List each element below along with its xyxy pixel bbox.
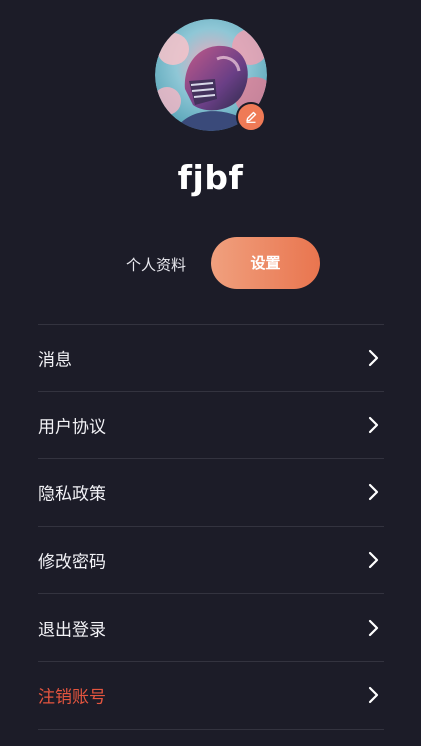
profile-screen: fjbf 个人资料 设置 消息 用户协议 隐私政策 修改密码 退出登录 注销账号 [0, 0, 421, 746]
edit-avatar-button[interactable] [236, 102, 266, 132]
menu-item-label: 注销账号 [38, 687, 106, 708]
menu-item-logout[interactable]: 退出登录 [38, 594, 384, 662]
chevron-right-icon [368, 416, 379, 433]
chevron-right-icon [368, 619, 379, 636]
chevron-right-icon [368, 349, 379, 366]
menu-item-messages[interactable]: 消息 [38, 324, 384, 392]
settings-menu: 消息 用户协议 隐私政策 修改密码 退出登录 注销账号 [38, 324, 384, 730]
menu-item-label: 用户协议 [38, 417, 106, 438]
settings-button[interactable]: 设置 [211, 237, 320, 289]
menu-item-label: 隐私政策 [38, 484, 106, 505]
chevron-right-icon [368, 484, 379, 501]
menu-item-privacy-policy[interactable]: 隐私政策 [38, 459, 384, 527]
avatar-container[interactable] [155, 19, 267, 132]
username: fjbf [177, 158, 244, 197]
menu-item-change-password[interactable]: 修改密码 [38, 527, 384, 595]
menu-item-delete-account[interactable]: 注销账号 [38, 662, 384, 730]
menu-item-user-agreement[interactable]: 用户协议 [38, 392, 384, 460]
profile-link[interactable]: 个人资料 [118, 252, 194, 278]
pencil-icon [246, 111, 257, 123]
chevron-right-icon [368, 687, 379, 704]
menu-item-label: 退出登录 [38, 620, 106, 641]
menu-item-label: 消息 [38, 350, 72, 371]
chevron-right-icon [368, 551, 379, 569]
menu-item-label: 修改密码 [38, 552, 106, 573]
